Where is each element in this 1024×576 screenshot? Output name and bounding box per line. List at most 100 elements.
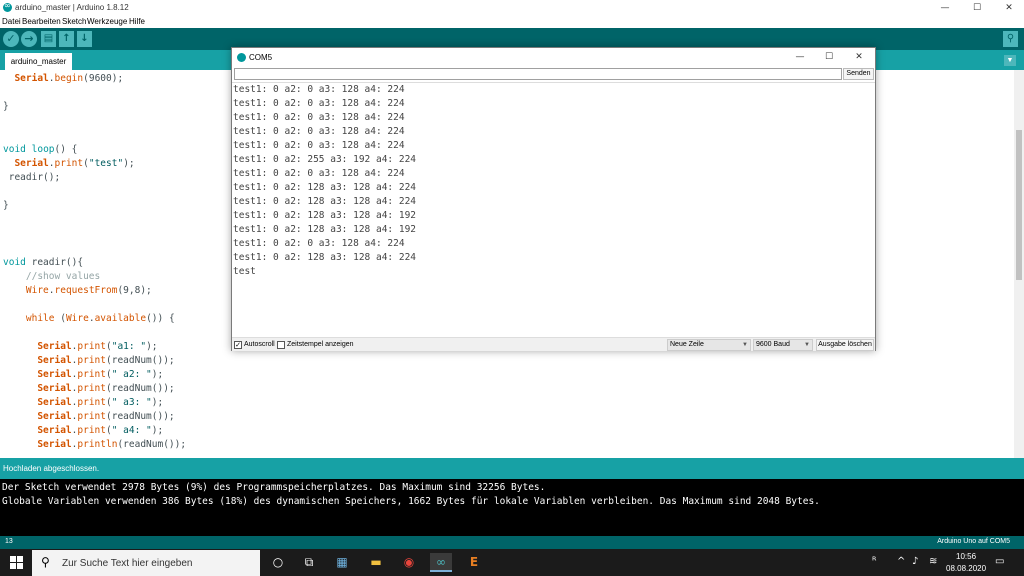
tab-arduino-master[interactable]: arduino_master <box>5 53 72 70</box>
baud-rate-value: 9600 Baud <box>756 341 790 348</box>
serial-line: test1: 0 a2: 128 a3: 128 a4: 192 <box>233 224 417 235</box>
save-sketch-button[interactable]: ↓ <box>77 31 92 47</box>
serial-line: test <box>233 266 256 277</box>
timestamp-checkbox[interactable] <box>277 341 285 349</box>
code-line: readir(); <box>3 172 61 183</box>
start-button[interactable] <box>0 549 32 576</box>
serial-monitor-window: COM5 — ☐ ✕ Senden test1: 0 a2: 0 a3: 128… <box>231 47 876 351</box>
baud-rate-select[interactable]: 9600 Baud ▼ <box>753 339 813 351</box>
serial-line: test1: 0 a2: 0 a3: 128 a4: 224 <box>233 140 405 151</box>
close-button[interactable]: ✕ <box>994 0 1024 16</box>
code-line: Serial.print(" a4: "); <box>37 425 164 436</box>
maximize-button[interactable]: ☐ <box>962 0 992 16</box>
line-number: 13 <box>5 538 13 545</box>
console-line: Der Sketch verwendet 2978 Bytes (9%) des… <box>2 482 546 493</box>
task-view-icon[interactable]: ⧉ <box>298 553 320 572</box>
serial-maximize-button[interactable]: ☐ <box>815 50 843 65</box>
minimize-button[interactable]: — <box>930 0 960 16</box>
people-icon[interactable]: ᴿ <box>872 556 876 567</box>
timestamp-label: Zeitstempel anzeigen <box>287 341 354 348</box>
status-bar: Hochladen abgeschlossen. <box>0 458 1024 479</box>
serial-line: test1: 0 a2: 0 a3: 128 a4: 224 <box>233 112 405 123</box>
serial-line: test1: 0 a2: 0 a3: 128 a4: 224 <box>233 168 405 179</box>
arduino-icon <box>237 53 246 62</box>
serial-monitor-button[interactable]: ⚲ <box>1003 31 1018 47</box>
code-line: Serial.begin(9600); <box>14 73 124 84</box>
clock-time[interactable]: 10:56 <box>956 552 976 561</box>
autoscroll-checkbox[interactable]: ✓ <box>234 341 242 349</box>
search-icon: ⚲ <box>41 555 50 569</box>
new-sketch-button[interactable]: ▤ <box>41 31 56 47</box>
menu-datei[interactable]: Datei <box>2 17 21 26</box>
scrollbar-thumb[interactable] <box>1016 130 1022 280</box>
code-line: } <box>3 101 9 112</box>
serial-titlebar: COM5 — ☐ ✕ <box>232 48 875 67</box>
code-line: void loop() { <box>3 144 78 155</box>
code-line: Serial.print(" a2: "); <box>37 369 164 380</box>
serial-line: test1: 0 a2: 255 a3: 192 a4: 224 <box>233 154 417 165</box>
serial-close-button[interactable]: ✕ <box>845 50 873 65</box>
file-explorer-icon[interactable]: ▬ <box>365 553 387 572</box>
menu-werkzeuge[interactable]: Werkzeuge <box>87 17 127 26</box>
line-ending-value: Neue Zeile <box>670 341 704 348</box>
code-line: Serial.print(" a3: "); <box>37 397 164 408</box>
serial-line: test1: 0 a2: 128 a3: 128 a4: 192 <box>233 210 417 221</box>
verify-button[interactable]: ✓ <box>3 31 19 47</box>
menu-bearbeiten[interactable]: Bearbeiten <box>22 17 61 26</box>
window-titlebar: arduino_master | Arduino 1.8.12 — ☐ ✕ <box>0 0 1024 16</box>
code-line: Serial.print(readNum()); <box>37 355 175 366</box>
calculator-icon[interactable]: ▦ <box>331 553 353 572</box>
arduino-taskbar-icon[interactable]: ∞ <box>430 553 452 572</box>
cortana-icon[interactable]: ○ <box>267 553 289 572</box>
clock-date[interactable]: 08.08.2020 <box>946 564 986 573</box>
menu-hilfe[interactable]: Hilfe <box>129 17 145 26</box>
serial-bottom-bar: ✓ Autoscroll Zeitstempel anzeigen Neue Z… <box>232 337 875 351</box>
code-line: Serial.print("a1: "); <box>37 341 158 352</box>
code-line: Wire.requestFrom(9,8); <box>25 285 152 296</box>
chevron-down-icon: ▼ <box>804 342 810 348</box>
code-line: //show values <box>25 271 101 282</box>
code-line: Serial.print(readNum()); <box>37 411 175 422</box>
serial-line: test1: 0 a2: 0 a3: 128 a4: 224 <box>233 238 405 249</box>
serial-line: test1: 0 a2: 128 a3: 128 a4: 224 <box>233 182 417 193</box>
serial-line: test1: 0 a2: 0 a3: 128 a4: 224 <box>233 84 405 95</box>
code-line: while (Wire.available()) { <box>25 313 175 324</box>
upload-button[interactable]: → <box>21 31 37 47</box>
serial-line: test1: 0 a2: 128 a3: 128 a4: 224 <box>233 252 417 263</box>
notification-icon[interactable]: ▭ <box>995 556 1004 567</box>
code-line: Serial.print("test"); <box>14 158 135 169</box>
menu-bar: Datei Bearbeiten Sketch Werkzeuge Hilfe <box>0 16 1024 28</box>
board-status-bar: 13 Arduino Uno auf COM5 <box>0 536 1024 549</box>
send-button[interactable]: Senden <box>843 68 874 80</box>
editor-app-icon[interactable]: E <box>463 553 485 572</box>
taskbar-search[interactable]: ⚲ Zur Suche Text hier eingeben <box>32 550 260 576</box>
menu-sketch[interactable]: Sketch <box>62 17 86 26</box>
volume-icon[interactable]: ♪ <box>912 556 918 567</box>
serial-line: test1: 0 a2: 0 a3: 128 a4: 224 <box>233 98 405 109</box>
serial-line: test1: 0 a2: 0 a3: 128 a4: 224 <box>233 126 405 137</box>
chevron-up-icon[interactable]: ^ <box>897 556 905 567</box>
serial-send-input[interactable] <box>234 68 842 80</box>
code-line: } <box>3 200 9 211</box>
chrome-icon[interactable]: ◉ <box>398 553 420 572</box>
editor-scrollbar[interactable] <box>1014 70 1024 458</box>
window-title: arduino_master | Arduino 1.8.12 <box>15 3 129 12</box>
autoscroll-label: Autoscroll <box>244 341 275 348</box>
status-text: Hochladen abgeschlossen. <box>3 464 100 473</box>
serial-minimize-button[interactable]: — <box>786 50 814 65</box>
wifi-icon[interactable]: ≋ <box>929 556 937 567</box>
console-line: Globale Variablen verwenden 386 Bytes (1… <box>2 496 820 507</box>
board-port-label: Arduino Uno auf COM5 <box>937 538 1010 545</box>
windows-logo-icon <box>10 556 23 569</box>
chevron-down-icon: ▼ <box>742 342 748 348</box>
serial-line: test1: 0 a2: 128 a3: 128 a4: 224 <box>233 196 417 207</box>
clear-output-button[interactable]: Ausgabe löschen <box>816 339 874 351</box>
arduino-icon <box>3 1 12 12</box>
search-placeholder: Zur Suche Text hier eingeben <box>62 558 193 569</box>
serial-title: COM5 <box>249 53 273 62</box>
code-line: Serial.print(readNum()); <box>37 383 175 394</box>
open-sketch-button[interactable]: ↑ <box>59 31 74 47</box>
line-ending-select[interactable]: Neue Zeile ▼ <box>667 339 751 351</box>
tab-menu-button[interactable]: ▼ <box>1004 55 1016 66</box>
console-output: Der Sketch verwendet 2978 Bytes (9%) des… <box>0 479 1024 536</box>
